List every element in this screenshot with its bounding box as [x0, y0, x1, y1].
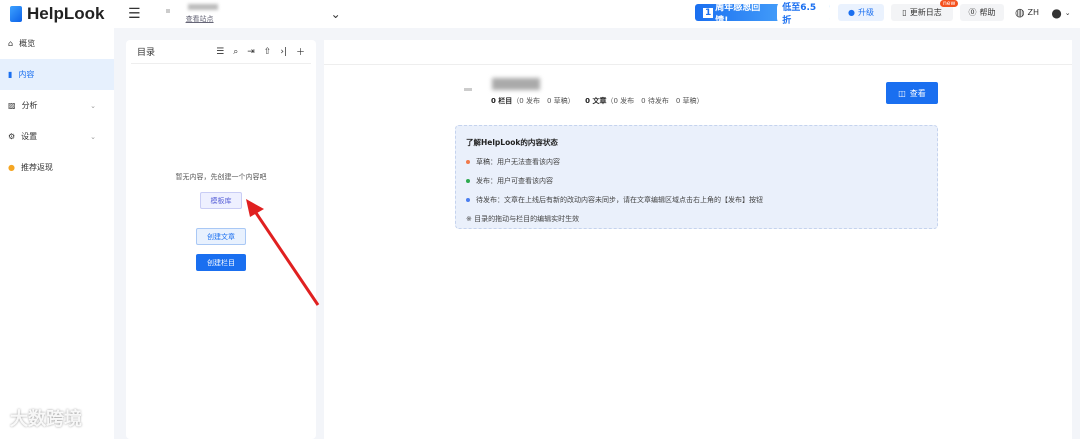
view-label: 查看 — [909, 88, 926, 98]
dot-icon — [466, 198, 470, 202]
status-published: 发布：用户可查看该内容 — [466, 176, 927, 186]
status-text: 草稿：用户无法查看该内容 — [476, 158, 560, 166]
sidebar-label: 内容 — [18, 70, 35, 79]
columns-detail: （0 发布 0 草稿） — [512, 97, 572, 105]
view-button[interactable]: ◫ 查看 — [886, 82, 938, 104]
collapse-icon[interactable]: ›| — [280, 47, 287, 57]
changelog-label: 更新日志 — [909, 8, 942, 17]
chevron-down-icon: ⌄ — [90, 132, 96, 141]
book-icon: ▮ — [8, 70, 13, 79]
articles-detail: （0 发布 0 待发布 0 草稿） — [606, 97, 704, 105]
content-status-info: 了解HelpLook的内容状态 草稿：用户无法查看该内容 发布：用户可查看该内容… — [455, 125, 938, 229]
create-article-button[interactable]: 创建文章 — [196, 228, 246, 245]
status-pending: 待发布：文章在上线后有新的改动内容未同步，请在文章编辑区域点击右上角的【发布】按… — [466, 195, 927, 205]
info-title: 了解HelpLook的内容状态 — [466, 138, 558, 147]
catalog-title: 目录 — [137, 48, 156, 58]
sidebar-item-settings[interactable]: ⚙ 设置 ⌄ — [0, 121, 114, 152]
help-button[interactable]: ⓪ 帮助 — [960, 4, 1004, 21]
plus-icon[interactable]: ＋ — [296, 45, 305, 58]
promo-badge: 低至6.5折 — [777, 0, 830, 26]
site-name — [187, 4, 218, 10]
sidebar-label: 推荐返现 — [20, 163, 53, 172]
sidebar-label: 设置 — [21, 132, 38, 141]
watermark: 大数跨境 — [10, 409, 82, 430]
main-content: 0 栏目（0 发布 0 草稿） 0 文章（0 发布 0 待发布 0 草稿） ◫ 查… — [324, 40, 1072, 439]
promo-banner[interactable]: 1 周年感恩回馈! 低至6.5折 — [695, 0, 830, 26]
sidebar: ⌂ 概览 ▮ 内容 ▨ 分析 ⌄ ⚙ 设置 ⌄ ● 推荐返现 — [0, 28, 114, 439]
help-label: 帮助 — [979, 8, 996, 17]
user-icon: ● — [1051, 5, 1062, 20]
view-site-link[interactable]: 查看站点 — [186, 14, 214, 24]
search-icon[interactable]: ⌕ — [233, 47, 238, 57]
sidebar-item-referral[interactable]: ● 推荐返现 — [0, 152, 114, 183]
logo-icon — [10, 6, 22, 22]
upgrade-label: 升级 — [857, 8, 874, 17]
list-icon[interactable]: ☰ — [216, 47, 224, 57]
space-icon — [464, 88, 472, 91]
export-icon[interactable]: ⇥ — [247, 47, 255, 57]
sidebar-item-analytics[interactable]: ▨ 分析 ⌄ — [0, 90, 114, 121]
dot-icon — [466, 160, 470, 164]
info-note: ※ 目录的拖动与栏目的编辑实时生效 — [466, 215, 580, 223]
empty-message: 暂无内容，先创建一个内容吧 — [175, 173, 267, 181]
user-menu[interactable]: ● ⌄ — [1048, 4, 1074, 21]
new-badge: new — [940, 0, 959, 7]
globe-icon: ◍ — [1014, 6, 1025, 19]
sidebar-label: 概览 — [19, 39, 36, 48]
articles-count: 0 文章 — [585, 97, 607, 105]
check-circle-icon: ● — [848, 8, 855, 17]
chevron-down-icon[interactable]: ⌄ — [331, 7, 341, 21]
upgrade-button[interactable]: ● 升级 — [838, 4, 884, 21]
site-selector[interactable]: 查看站点 — [165, 1, 276, 27]
menu-toggle-icon[interactable]: ☰ — [128, 6, 141, 22]
columns-count: 0 栏目 — [491, 97, 513, 105]
language-label: ZH — [1027, 8, 1040, 17]
document-icon: ▯ — [902, 8, 907, 17]
home-icon: ⌂ — [8, 39, 14, 48]
status-draft: 草稿：用户无法查看该内容 — [466, 157, 927, 167]
sidebar-item-overview[interactable]: ⌂ 概览 — [0, 28, 114, 59]
gear-icon: ⚙ — [8, 132, 16, 141]
language-button[interactable]: ◍ ZH — [1010, 4, 1044, 21]
space-name — [492, 78, 540, 90]
promo-text: 周年感恩回馈! — [715, 2, 761, 26]
status-text: 发布：用户可查看该内容 — [476, 177, 553, 185]
help-icon: ⓪ — [968, 8, 977, 17]
sidebar-item-content[interactable]: ▮ 内容 — [0, 59, 114, 90]
create-column-button[interactable]: 创建栏目 — [196, 254, 246, 271]
site-icon — [165, 9, 170, 13]
sidebar-label: 分析 — [21, 101, 38, 110]
promo-number: 1 — [703, 7, 714, 18]
chevron-down-icon: ⌄ — [1064, 8, 1071, 17]
book-open-icon: ◫ — [898, 88, 906, 98]
content-stats: 0 栏目（0 发布 0 草稿） 0 文章（0 发布 0 待发布 0 草稿） — [491, 96, 704, 106]
annotation-arrow — [246, 199, 320, 306]
logo[interactable]: HelpLook — [0, 4, 114, 24]
brand-name: HelpLook — [27, 4, 105, 23]
status-text: 待发布：文章在上线后有新的改动内容未同步，请在文章编辑区域点击右上角的【发布】按… — [476, 196, 763, 204]
chart-icon: ▨ — [8, 101, 16, 110]
dot-icon — [466, 179, 470, 183]
upload-icon[interactable]: ⇧ — [264, 47, 272, 57]
chevron-down-icon: ⌄ — [90, 101, 96, 110]
coin-icon: ● — [8, 163, 15, 172]
template-library-button[interactable]: 模板库 — [200, 192, 242, 209]
